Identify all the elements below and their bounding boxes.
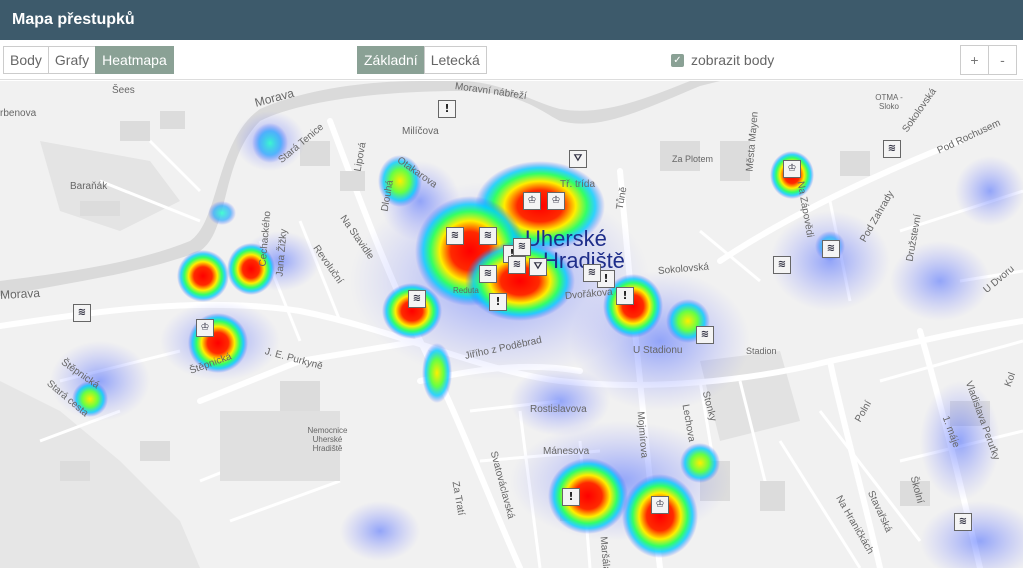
page-title: Mapa přestupků (12, 11, 135, 28)
map-label: Šees (112, 85, 135, 96)
tab-heatmapa[interactable]: Heatmapa (95, 46, 174, 74)
map-label: Mánesova (543, 446, 590, 457)
map-label: Nemocnice Uherské Hradiště (307, 426, 348, 453)
checkbox-checked-icon[interactable]: ✓ (671, 53, 684, 67)
tab-body[interactable]: Body (3, 46, 49, 74)
heatmap-map[interactable]: Šees rbenova Morava Morava Moravní nábře… (0, 81, 1023, 568)
zoom-out-button[interactable]: - (988, 45, 1017, 75)
vehicle-icon[interactable]: ⛛ (529, 258, 547, 276)
vehicle-icon[interactable]: ≋ (583, 264, 601, 282)
tab-letecka[interactable]: Letecká (423, 46, 487, 74)
map-label: rbenova (0, 108, 37, 119)
map-label: Stadion (746, 346, 777, 356)
vehicle-icon[interactable]: ≋ (446, 227, 464, 245)
view-tabs: Body Grafy Heatmapa (3, 46, 174, 74)
warning-icon[interactable]: ! (616, 287, 634, 305)
map-label: Milíčova (402, 126, 439, 137)
vehicle-icon[interactable]: ♔ (196, 319, 214, 337)
toolbar: Body Grafy Heatmapa Základní Letecká ✓ z… (0, 40, 1023, 80)
map-label: U Stadionu (633, 345, 683, 356)
map-label: Za Plotem (672, 154, 714, 164)
vehicle-icon[interactable]: ♔ (651, 496, 669, 514)
vehicle-icon[interactable]: ≋ (408, 290, 426, 308)
tab-zakladni[interactable]: Základní (357, 46, 425, 74)
zoom-in-button[interactable]: + (960, 45, 989, 75)
map-label: Morava (0, 285, 41, 302)
app-title-bar: Mapa přestupků (0, 0, 1023, 40)
zoom-controls: + - (960, 45, 1017, 75)
map-label: Baraňák (70, 181, 108, 192)
map-label: Reduta (453, 286, 479, 295)
vehicle-icon[interactable]: ♔ (783, 160, 801, 178)
map-label: OTMA - Sloko (875, 93, 903, 111)
vehicle-icon[interactable]: ≋ (508, 256, 526, 274)
vehicle-icon[interactable]: ≋ (954, 513, 972, 531)
vehicle-icon[interactable]: ≋ (883, 140, 901, 158)
vehicle-icon[interactable]: ≋ (73, 304, 91, 322)
layer-tabs: Základní Letecká (357, 46, 487, 74)
map-label: Rostislavova (530, 404, 587, 415)
vehicle-icon[interactable]: ≋ (822, 240, 840, 258)
vehicle-icon[interactable]: ≋ (479, 265, 497, 283)
show-points-toggle[interactable]: ✓ zobrazit body (671, 52, 774, 68)
map-label: Tř. trída (560, 179, 596, 190)
vehicle-icon[interactable]: ♔ (547, 192, 565, 210)
warning-icon[interactable]: ! (489, 293, 507, 311)
vehicle-icon[interactable]: ≋ (773, 256, 791, 274)
vehicle-icon[interactable]: ≋ (696, 326, 714, 344)
show-points-label: zobrazit body (691, 52, 775, 68)
vehicle-icon[interactable]: ⛛ (569, 150, 587, 168)
vehicle-icon[interactable]: ♔ (523, 192, 541, 210)
vehicle-icon[interactable]: ≋ (479, 227, 497, 245)
warning-icon[interactable]: ! (438, 100, 456, 118)
tab-grafy[interactable]: Grafy (47, 46, 97, 74)
warning-icon[interactable]: ! (562, 488, 580, 506)
vehicle-icon[interactable]: ≋ (513, 238, 531, 256)
